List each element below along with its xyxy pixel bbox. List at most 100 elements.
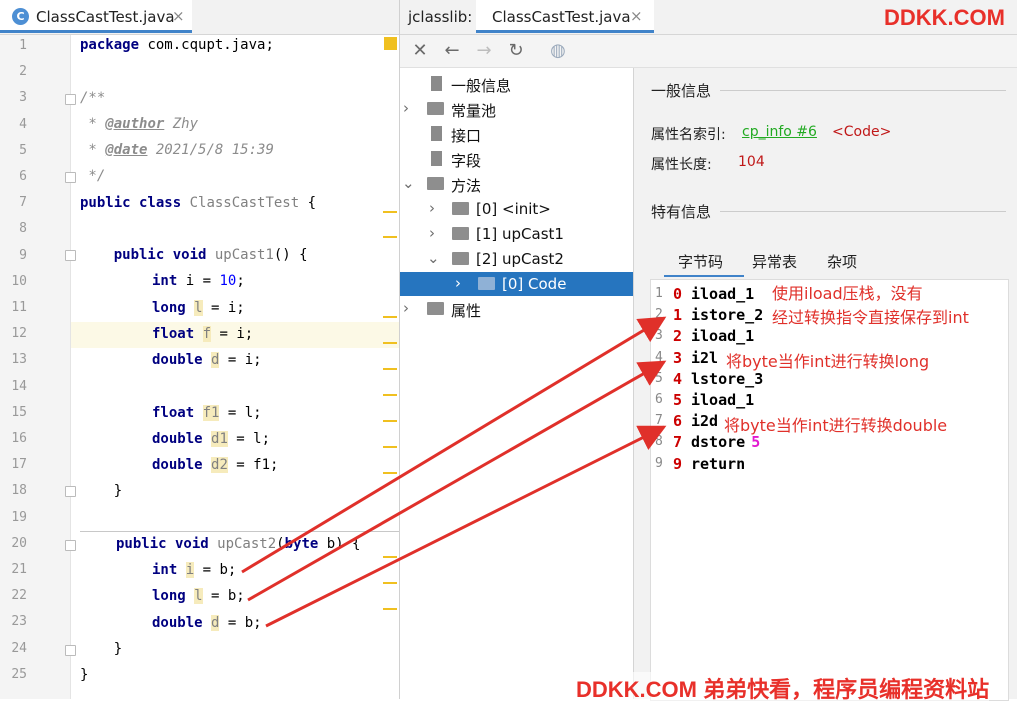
fold-icon[interactable] (65, 250, 76, 261)
section-divider (720, 90, 1006, 91)
keyword: public void (113, 247, 207, 263)
tree-item-label: [0] Code (502, 275, 567, 293)
tab-misc[interactable]: 杂项 (827, 251, 857, 272)
warning-marker[interactable] (383, 236, 397, 238)
chevron-right-icon[interactable]: › (403, 99, 409, 117)
warning-marker[interactable] (383, 394, 397, 396)
tree-item-label: [2] upCast2 (476, 250, 564, 268)
annotation-text: 将byte当作int进行转换double (724, 416, 948, 435)
bytecode-row[interactable]: 9 9 return (651, 454, 1008, 475)
tree-item-interfaces[interactable]: 接口 (400, 122, 633, 146)
code-line-7: public class ClassCastTest { (80, 195, 316, 211)
code-text: = b; (202, 588, 245, 604)
code-text: = b; (194, 562, 237, 578)
cp-info-link[interactable]: cp_info #6 (742, 124, 817, 140)
warning-stripe-icon[interactable] (384, 37, 397, 50)
attribute-length-label: 属性长度: (651, 157, 712, 173)
tree-item-methods[interactable]: ⌄ 方法 (400, 172, 633, 196)
close-icon[interactable]: ✕ (408, 39, 432, 63)
bytecode-row[interactable]: 6 5 iload_1 (651, 390, 1008, 411)
code-line-24: } (80, 641, 123, 657)
bytecode-offset: 9 (673, 454, 683, 473)
warning-marker[interactable] (383, 316, 397, 318)
fold-icon[interactable] (65, 94, 76, 105)
code-text: com.cqupt.java; (139, 37, 274, 53)
class-structure-tree: 一般信息 › 常量池 接口 字段 ⌄ 方法 › [0] <init> › [1]… (400, 68, 634, 699)
comment-text: 2021/5/8 15:39 (147, 142, 274, 158)
tree-item-label: 字段 (451, 152, 482, 170)
file-icon (431, 76, 442, 91)
folder-icon (478, 277, 495, 290)
bytecode-line-number: 2 (655, 307, 663, 323)
warning-marker[interactable] (383, 472, 397, 474)
method-separator (80, 531, 399, 532)
tree-item-label: 常量池 (451, 102, 497, 120)
warning-marker[interactable] (383, 608, 397, 610)
folder-icon (427, 102, 444, 115)
warning-marker[interactable] (383, 342, 397, 344)
bytecode-offset: 4 (673, 369, 683, 388)
line-number: 23 (11, 614, 27, 630)
bytecode-row[interactable]: 3 2 iload_1 (651, 326, 1008, 347)
line-number: 11 (11, 300, 27, 315)
bytecode-offset: 0 (673, 285, 683, 303)
keyword: int (152, 562, 178, 578)
warning-marker[interactable] (383, 420, 397, 422)
tree-item-method-upcast2[interactable]: ⌄ [2] upCast2 (400, 247, 633, 271)
bytecode-line-number: 1 (655, 286, 663, 301)
chevron-right-icon[interactable]: › (455, 274, 461, 292)
chevron-right-icon[interactable]: › (429, 224, 435, 242)
tab-bytecode[interactable]: 字节码 (678, 251, 723, 272)
editor-file-tab[interactable]: C ClassCastTest.java × (0, 0, 192, 33)
warning-marker[interactable] (383, 446, 397, 448)
tab-exception-table[interactable]: 异常表 (752, 251, 797, 272)
chevron-right-icon[interactable]: › (429, 199, 435, 217)
bytecode-line-number: 9 (655, 455, 663, 471)
opcode: return (691, 454, 746, 473)
code-line-4: * @author Zhy (80, 116, 198, 132)
annotation-text: 经过转换指令直接保存到int (772, 308, 969, 327)
fold-icon[interactable] (65, 540, 76, 551)
bytecode-listing[interactable]: 1 0 iload_1 2 1 istore_2 3 2 iload_1 4 3 i2l 5 4 lstor… (650, 279, 1009, 701)
bytecode-offset: 7 (673, 433, 683, 452)
bytecode-instruction: dstore 5 (691, 433, 760, 451)
tree-item-code-selected[interactable]: › [0] Code (400, 272, 633, 296)
attribute-length-value: 104 (738, 154, 765, 170)
keyword: public void (116, 536, 209, 552)
keyword: double (152, 352, 203, 368)
tree-item-method-init[interactable]: › [0] <init> (400, 197, 633, 221)
warning-marker[interactable] (383, 368, 397, 370)
fold-icon[interactable] (65, 486, 76, 497)
watermark-bottom: DDKK.COM 弟弟快看，程序员编程资料站 (576, 672, 990, 704)
warning-marker[interactable] (383, 556, 397, 558)
keyword: byte (284, 536, 319, 552)
chevron-down-icon[interactable]: ⌄ (402, 174, 415, 192)
tree-item-fields[interactable]: 字段 (400, 147, 633, 171)
tree-item-general[interactable]: 一般信息 (400, 72, 633, 96)
close-tab-icon[interactable]: × (630, 7, 643, 25)
browser-icon[interactable]: ◍ (546, 39, 570, 63)
chevron-down-icon[interactable]: ⌄ (427, 249, 440, 267)
opcode: i2l (691, 348, 719, 367)
code-line-6: */ (80, 168, 106, 184)
forward-arrow-icon[interactable]: → (472, 39, 496, 63)
warning-marker[interactable] (383, 211, 397, 213)
bytecode-instruction: return (691, 455, 745, 473)
fold-icon[interactable] (65, 172, 76, 183)
warning-marker[interactable] (383, 582, 397, 584)
chevron-right-icon[interactable]: › (403, 299, 409, 317)
back-arrow-icon[interactable]: ← (440, 39, 464, 63)
tree-item-attributes[interactable]: › 属性 (400, 297, 633, 321)
comment-text: Zhy (164, 116, 199, 132)
folder-icon (452, 252, 469, 265)
tree-item-constant-pool[interactable]: › 常量池 (400, 97, 633, 121)
bytecode-instruction: iload_1 (691, 391, 754, 409)
keyword: public class (80, 195, 182, 211)
jclasslib-file-tab[interactable]: ClassCastTest.java × (476, 0, 654, 33)
tree-item-label: 接口 (451, 127, 482, 145)
tree-item-method-upcast1[interactable]: › [1] upCast1 (400, 222, 633, 246)
close-tab-icon[interactable]: × (172, 7, 185, 25)
fold-icon[interactable] (65, 645, 76, 656)
refresh-icon[interactable]: ↻ (504, 39, 528, 63)
